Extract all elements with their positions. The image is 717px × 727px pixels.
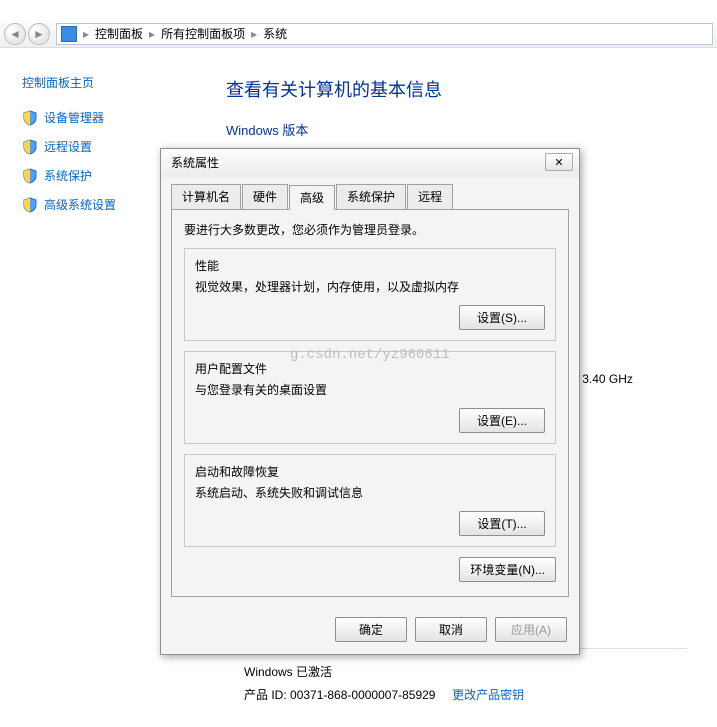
dialog-titlebar: 系统属性 ✕ [161,149,579,177]
group-title: 性能 [195,257,545,274]
tabs: 计算机名 硬件 高级 系统保护 远程 [171,184,569,210]
breadcrumb-item[interactable]: 所有控制面板项 [161,25,245,42]
close-icon: ✕ [554,156,563,169]
windows-edition-title: Windows 版本 [226,120,687,139]
shield-icon [22,139,38,155]
tab-remote[interactable]: 远程 [407,184,453,209]
change-product-key-link[interactable]: 更改产品密钥 [452,688,524,702]
activation-status: Windows 已激活 [244,663,687,680]
back-button[interactable]: ◄ [4,23,26,45]
sidebar-item-label: 高级系统设置 [44,196,116,213]
cancel-button[interactable]: 取消 [415,617,487,642]
user-profile-settings-button[interactable]: 设置(E)... [459,408,545,433]
shield-icon [22,168,38,184]
forward-button[interactable]: ► [28,23,50,45]
system-properties-dialog: 系统属性 ✕ 计算机名 硬件 高级 系统保护 远程 要进行大多数更改，您必须作为… [160,148,580,655]
control-panel-home-link[interactable]: 控制面板主页 [22,74,186,91]
shield-icon [22,110,38,126]
breadcrumb-item[interactable]: 系统 [263,25,287,42]
sidebar-item-label: 远程设置 [44,138,92,155]
group-desc: 视觉效果，处理器计划，内存使用，以及虚拟内存 [195,278,545,295]
group-startup-recovery: 启动和故障恢复 系统启动、系统失败和调试信息 设置(T)... [184,454,556,547]
startup-recovery-settings-button[interactable]: 设置(T)... [459,511,545,536]
tab-hardware[interactable]: 硬件 [242,184,288,209]
group-title: 启动和故障恢复 [195,463,545,480]
sidebar-item-label: 设备管理器 [44,109,104,126]
breadcrumb-item[interactable]: 控制面板 [95,25,143,42]
apply-button[interactable]: 应用(A) [495,617,567,642]
address-bar: ◄ ► ▸ 控制面板 ▸ 所有控制面板项 ▸ 系统 [0,20,717,48]
page-heading: 查看有关计算机的基本信息 [226,76,687,102]
performance-settings-button[interactable]: 设置(S)... [459,305,545,330]
nav-buttons: ◄ ► [4,23,50,45]
group-desc: 系统启动、系统失败和调试信息 [195,484,545,501]
group-title: 用户配置文件 [195,360,545,377]
tab-computer-name[interactable]: 计算机名 [171,184,241,209]
group-user-profiles: 用户配置文件 与您登录有关的桌面设置 设置(E)... [184,351,556,444]
tabpanel-advanced: 要进行大多数更改，您必须作为管理员登录。 性能 视觉效果，处理器计划，内存使用，… [171,209,569,597]
dialog-body: 计算机名 硬件 高级 系统保护 远程 要进行大多数更改，您必须作为管理员登录。 … [161,177,579,607]
group-desc: 与您登录有关的桌面设置 [195,381,545,398]
sidebar-item-device-manager[interactable]: 设备管理器 [22,109,186,126]
control-panel-icon [61,26,77,42]
tab-advanced[interactable]: 高级 [289,185,335,210]
admin-note: 要进行大多数更改，您必须作为管理员登录。 [184,221,556,238]
close-button[interactable]: ✕ [545,153,573,171]
ok-button[interactable]: 确定 [335,617,407,642]
dialog-title: 系统属性 [171,154,219,171]
tab-system-protection[interactable]: 系统保护 [336,184,406,209]
product-id-row: 产品 ID: 00371-868-0000007-85929 更改产品密钥 [244,686,687,703]
environment-variables-button[interactable]: 环境变量(N)... [459,557,556,582]
product-id-label: 产品 ID: [244,688,290,702]
group-performance: 性能 视觉效果，处理器计划，内存使用，以及虚拟内存 设置(S)... [184,248,556,341]
dialog-footer: 确定 取消 应用(A) [161,607,579,654]
sidebar-item-label: 系统保护 [44,167,92,184]
shield-icon [22,197,38,213]
product-id-value: 00371-868-0000007-85929 [290,688,435,702]
breadcrumb[interactable]: ▸ 控制面板 ▸ 所有控制面板项 ▸ 系统 [56,23,713,45]
